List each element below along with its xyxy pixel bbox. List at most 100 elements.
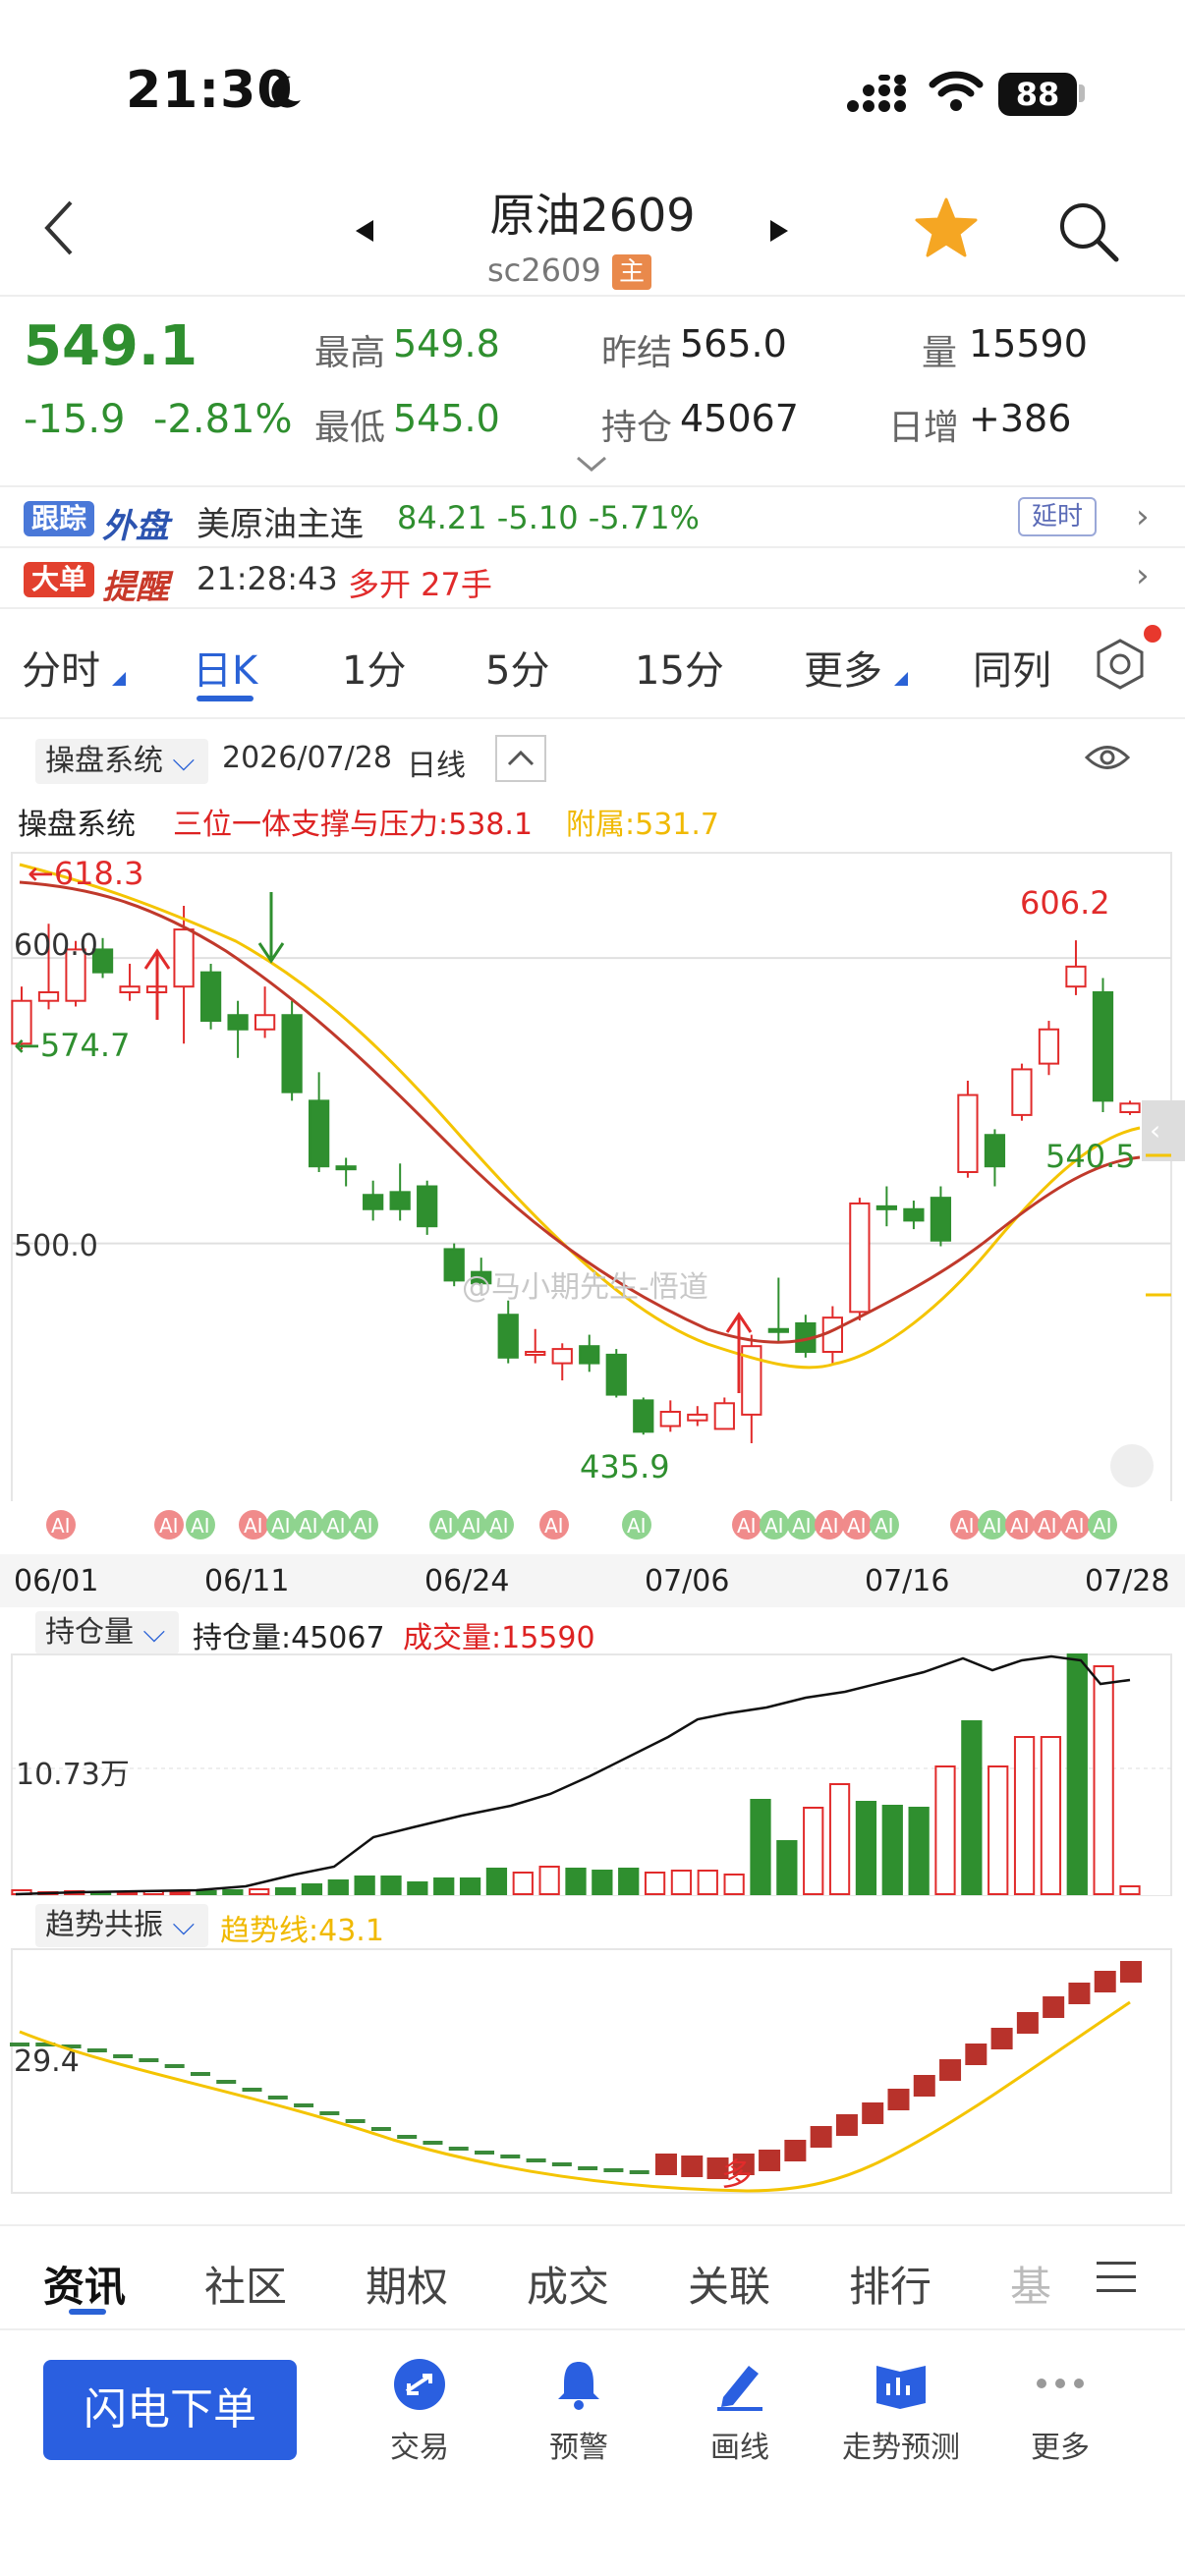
flash-order-button[interactable]: 闪电下单 bbox=[43, 2360, 297, 2460]
tracking-name[interactable]: 美原油主连 bbox=[197, 497, 364, 545]
draw-line-label: 画线 bbox=[710, 2431, 769, 2465]
ai-badge-text: AI bbox=[434, 1514, 454, 1538]
ai-badge-text: AI bbox=[792, 1514, 812, 1538]
candlestick-chart[interactable]: ←618.3 ←574.7 606.2 540.5 435.9 600.0 50… bbox=[0, 843, 1185, 1501]
bottom-low-label: 435.9 bbox=[580, 1448, 670, 1485]
battery-indicator: 88 bbox=[998, 73, 1077, 116]
search-icon[interactable] bbox=[1057, 200, 1120, 263]
settings-icon[interactable] bbox=[1093, 637, 1148, 692]
next-contract-icon[interactable] bbox=[768, 218, 790, 244]
trend-chart[interactable]: 29.4 多 bbox=[0, 1943, 1185, 2195]
candle-body bbox=[957, 1093, 979, 1174]
trend-dropdown[interactable]: 趋势共振 ⌵ bbox=[35, 1904, 208, 1947]
menu-icon[interactable] bbox=[1097, 2260, 1136, 2295]
ai-badge-text: AI bbox=[1065, 1514, 1085, 1538]
right-low-label: 540.5 bbox=[1045, 1138, 1136, 1175]
trend-block bbox=[578, 2166, 598, 2170]
chevron-up-icon bbox=[507, 750, 535, 766]
trend-block bbox=[551, 2162, 572, 2166]
ai-badge-text: AI bbox=[737, 1514, 757, 1538]
candle-body bbox=[37, 991, 60, 1002]
moon-icon bbox=[271, 76, 301, 108]
chevron-right-icon[interactable]: › bbox=[1136, 497, 1150, 536]
contract-code: sc2609 bbox=[487, 252, 601, 289]
eye-icon[interactable] bbox=[1085, 743, 1130, 772]
candle-body bbox=[119, 985, 141, 993]
volume-bar bbox=[1119, 1885, 1141, 1895]
tab-dropdown-icon bbox=[894, 672, 908, 686]
volume-bar bbox=[327, 1879, 349, 1895]
candle-body bbox=[984, 1134, 1006, 1168]
chevron-right-icon[interactable]: › bbox=[1136, 556, 1150, 595]
chevron-down-icon[interactable] bbox=[574, 454, 609, 474]
indicator-name: 操盘系统 bbox=[18, 808, 136, 842]
volume-bar bbox=[750, 1799, 771, 1895]
buy-arrow-icon bbox=[143, 948, 171, 1020]
tab-15min[interactable]: 15分 bbox=[635, 639, 724, 696]
tab-community[interactable]: 社区 bbox=[204, 2254, 287, 2314]
tab-timeshare[interactable]: 分时 bbox=[22, 639, 100, 696]
tab-more[interactable]: 更多 bbox=[804, 639, 882, 696]
big-order-action: 多开 27手 bbox=[348, 566, 492, 603]
chevron-down-icon: ⌵ bbox=[172, 744, 196, 778]
tab-5min[interactable]: 5分 bbox=[485, 639, 549, 696]
trend-block bbox=[139, 2058, 159, 2062]
candle-body bbox=[1119, 1102, 1141, 1113]
candle-body bbox=[551, 1348, 573, 1365]
tab-trades[interactable]: 成交 bbox=[527, 2254, 609, 2314]
tab-options[interactable]: 期权 bbox=[366, 2254, 448, 2314]
ai-badge-text: AI bbox=[271, 1514, 291, 1538]
side-handle[interactable] bbox=[1142, 1100, 1185, 1161]
star-icon[interactable] bbox=[914, 196, 979, 259]
oi-dropdown[interactable]: 持仓量 ⌵ bbox=[35, 1611, 179, 1654]
more-icon[interactable] bbox=[1034, 2374, 1087, 2393]
draw-line-icon[interactable] bbox=[713, 2358, 766, 2411]
tab-underline bbox=[69, 2309, 106, 2315]
tab-related[interactable]: 关联 bbox=[688, 2254, 770, 2314]
volume-bar bbox=[644, 1872, 666, 1895]
volume-bar bbox=[407, 1881, 428, 1895]
candle-body bbox=[579, 1345, 600, 1365]
candle-body bbox=[1038, 1028, 1060, 1065]
tab-same-list[interactable]: 同列 bbox=[973, 639, 1051, 696]
trend-block bbox=[526, 2158, 546, 2162]
volume-bar bbox=[222, 1889, 244, 1895]
oi-volume-chart[interactable]: 10.73万 bbox=[0, 1651, 1185, 1896]
trend-block bbox=[1068, 1983, 1091, 2004]
forecast-icon[interactable] bbox=[873, 2358, 930, 2411]
date-label: 07/16 bbox=[865, 1564, 950, 1598]
trend-block bbox=[294, 2103, 314, 2107]
tab-daily-k[interactable]: 日K bbox=[193, 639, 257, 696]
trend-block bbox=[887, 2089, 910, 2110]
daily-add-value: +386 bbox=[969, 397, 1072, 440]
tracking-tag: 跟踪 bbox=[24, 501, 95, 536]
trend-block bbox=[10, 2043, 29, 2046]
trend-block bbox=[242, 2088, 262, 2092]
trade-icon[interactable] bbox=[393, 2358, 446, 2411]
oi-value: 45067 bbox=[680, 397, 799, 440]
tab-news[interactable]: 资讯 bbox=[43, 2254, 126, 2314]
volume-bar bbox=[723, 1874, 745, 1895]
tab-basis[interactable]: 基 bbox=[1010, 2254, 1051, 2314]
candles-group bbox=[11, 905, 1141, 1443]
candle-body bbox=[281, 1014, 303, 1093]
low-label: 最低 bbox=[314, 408, 386, 448]
date-label: 06/01 bbox=[14, 1564, 99, 1598]
divider bbox=[0, 546, 1185, 548]
ai-badge-text: AI bbox=[1010, 1514, 1030, 1538]
divider bbox=[0, 2224, 1185, 2226]
tab-1min[interactable]: 1分 bbox=[342, 639, 406, 696]
tab-underline bbox=[197, 696, 254, 701]
ai-badge-text: AI bbox=[1093, 1514, 1112, 1538]
bell-icon[interactable] bbox=[552, 2358, 605, 2411]
ai-badge-text: AI bbox=[955, 1514, 975, 1538]
indicator-system-dropdown[interactable]: 操盘系统 ⌵ bbox=[35, 739, 208, 784]
trend-block bbox=[862, 2102, 884, 2124]
tab-ranking[interactable]: 排行 bbox=[849, 2254, 931, 2314]
trend-block bbox=[654, 2154, 677, 2175]
candle-body bbox=[1011, 1068, 1033, 1116]
ai-badge-text: AI bbox=[544, 1514, 564, 1538]
collapse-button[interactable] bbox=[495, 735, 546, 782]
chevron-down-icon: ⌵ bbox=[142, 1615, 166, 1650]
fullscreen-icon[interactable] bbox=[1110, 1444, 1154, 1487]
